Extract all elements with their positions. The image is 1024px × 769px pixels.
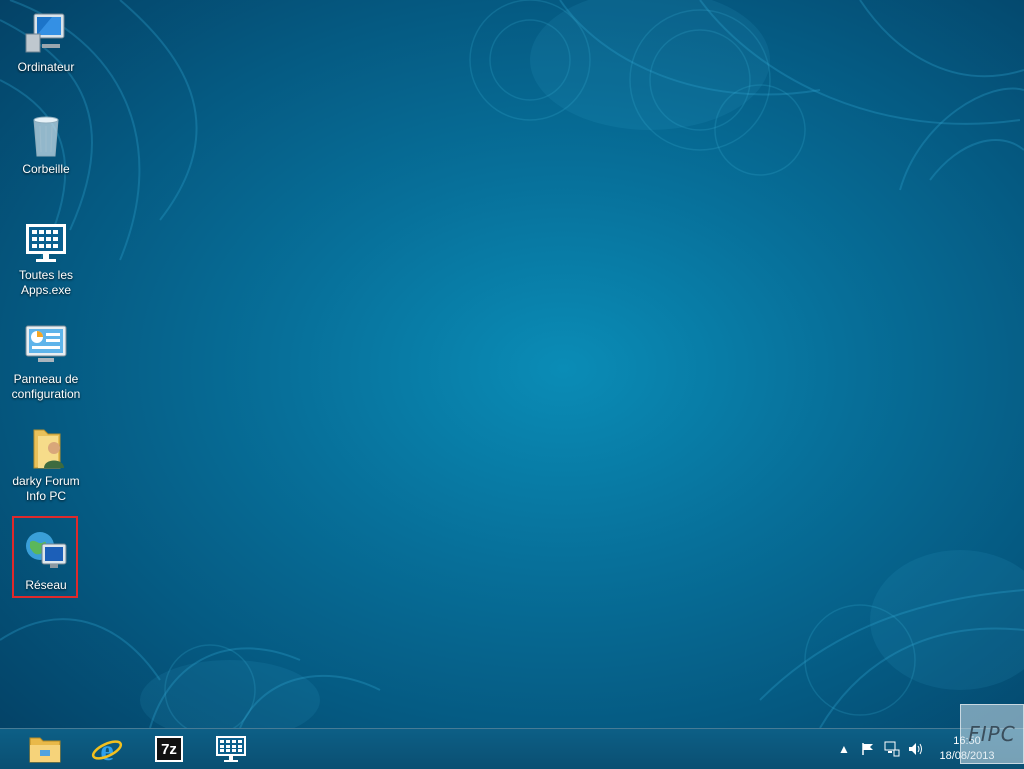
desktop-icon-label: Corbeille [22,162,70,176]
wallpaper [0,0,1024,728]
taskbar-7zip[interactable]: 7z [142,732,196,766]
folder-icon [29,737,61,763]
system-tray: ▲ [832,729,928,769]
desktop-icon-label: Ordinateur [17,60,75,74]
recycle-bin-icon [33,116,59,157]
volume-icon[interactable] [907,740,925,758]
desktop-icon-corbeille[interactable]: Corbeille [8,112,84,177]
desktop-icon-label: Panneau de configuration [11,372,81,401]
network-icon [26,532,67,568]
chevron-up-icon[interactable]: ▲ [835,740,853,758]
apps-grid-icon [26,224,66,262]
ie-icon: e [91,734,123,765]
desktop-icon-label: darky Forum Info PC [12,474,80,503]
taskbar-toutes-les-apps[interactable] [204,732,258,766]
desktop-icon-ordinateur[interactable]: Ordinateur [8,10,84,75]
network-status-icon[interactable] [883,740,901,758]
flag-icon[interactable] [859,740,877,758]
computer-icon [25,13,65,53]
control-panel-icon [25,325,67,362]
taskbar-file-explorer[interactable] [18,732,72,766]
taskbar: e 7z ▲ 1 [0,728,1024,769]
taskbar-internet-explorer[interactable]: e [80,732,134,766]
desktop-icon-reseau[interactable]: Réseau [8,528,84,593]
desktop-icon-toutes-les-apps[interactable]: Toutes les Apps.exe [8,218,84,298]
desktop-icon-label: Réseau [25,578,67,592]
apps-grid-icon [216,736,246,762]
desktop-icon-darky-forum-info-pc[interactable]: darky Forum Info PC [8,424,84,504]
watermark-logo: FIPC [960,704,1024,764]
seven-zip-icon: 7z [155,736,183,762]
user-folder-icon [33,429,64,469]
desktop-icon-panneau-de-configuration[interactable]: Panneau de configuration [8,322,84,402]
desktop-icon-label: Toutes les Apps.exe [18,268,74,297]
svg-text:e: e [100,734,113,765]
seven-zip-label: 7z [157,738,181,760]
